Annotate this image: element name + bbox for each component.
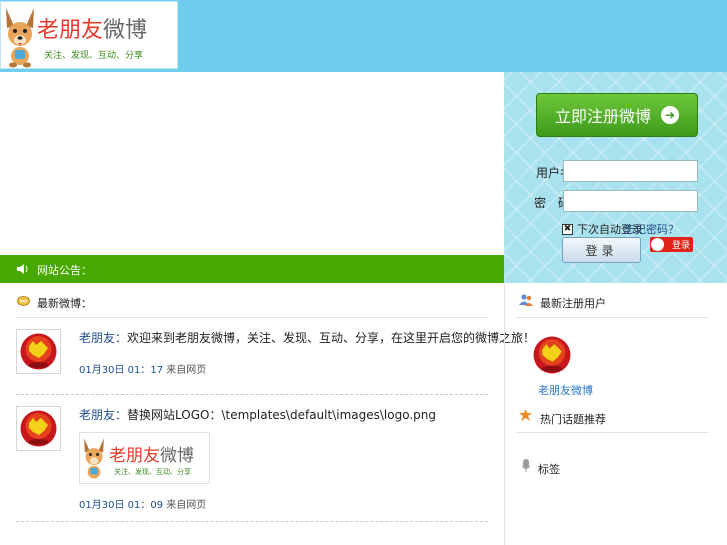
sidebar-divider [517,432,709,433]
tags-title: 标签 [538,463,560,476]
post-via: 来自网页 [166,365,207,376]
post-via: 来自网页 [166,500,207,511]
post-author[interactable]: 老朋友： [79,331,127,345]
site-logo[interactable]: 老朋友微博 关注、发现、互动、分享 [0,1,178,69]
username-input[interactable] [563,160,698,182]
post-separator [16,521,488,522]
post-time[interactable]: 01月30日 01：09 [79,500,163,511]
post-author[interactable]: 老朋友： [79,408,127,422]
header: 老朋友微博 关注、发现、互动、分享 [0,0,727,72]
logo-title: 老朋友微博 [37,18,148,43]
register-label: 立即注册微博 [554,107,651,126]
feed-divider [16,317,488,318]
forgot-password-link[interactable]: 忘记密码？ [624,221,679,237]
post-image[interactable]: 老朋友微博 关注、发现、互动、分享 [79,432,210,484]
post-avatar[interactable] [16,329,61,374]
avatar-icon [20,333,57,370]
post-text: 老朋友：欢迎来到老朋友微博，关注、发现、互动、分享，在这里开启您的微博之旅！ [79,331,536,345]
new-users-title: 最新注册用户 [540,297,606,310]
password-input[interactable] [563,190,698,212]
register-button[interactable]: 立即注册微博 ➜ [536,93,698,137]
post-meta: 01月30日 01：09 来自网页 [79,496,206,511]
feed-title: 最新微博： [37,297,92,310]
post-time[interactable]: 01月30日 01：17 [79,365,163,376]
login-panel: 立即注册微博 ➜ 用户名： 密 码： ✖ 下次自动登录 忘记密码？ 登录 登录 [504,72,727,283]
banner-area [0,72,504,255]
hot-topics-title: 热门话题推荐 [540,413,606,426]
chat-bubble-icon [17,296,30,306]
fire-icon [519,409,532,421]
arrow-right-icon: ➜ [661,106,679,124]
post-image-title: 老朋友微博 [109,446,194,466]
post-separator [16,394,488,395]
remember-checkbox[interactable]: ✖ [562,223,573,235]
weibo-login-button[interactable]: 登录 [650,237,693,252]
tag-icon [521,459,531,472]
new-user-name[interactable]: 老朋友微博 [538,382,593,398]
dog-mascot-icon [84,438,104,479]
notice-bar: 网站公告： [0,255,504,283]
notice-text: 网站公告： [37,264,92,277]
dog-mascot-icon [6,8,34,68]
logo-slogan: 关注、发现、互动、分享 [44,51,144,61]
users-icon [519,294,533,306]
page: 老朋友微博 关注、发现、互动、分享 立即注册微博 ➜ 用户名： 密 码： ✖ 下… [0,0,727,545]
post-text: 老朋友：替换网站LOGO：\templates\default\images\l… [79,408,436,422]
post-meta: 01月30日 01：17 来自网页 [79,361,206,376]
sidebar-divider [517,317,709,318]
sidebar-border [504,283,505,545]
post-avatar[interactable] [16,406,61,451]
post-image-slogan: 关注、发现、互动、分享 [114,468,191,476]
speaker-icon [17,264,28,274]
login-button[interactable]: 登录 [562,237,641,263]
weibo-logo-icon [651,238,664,251]
weibo-login-label: 登录 [671,241,690,251]
new-user-avatar[interactable] [532,335,572,375]
avatar-icon [20,410,57,447]
